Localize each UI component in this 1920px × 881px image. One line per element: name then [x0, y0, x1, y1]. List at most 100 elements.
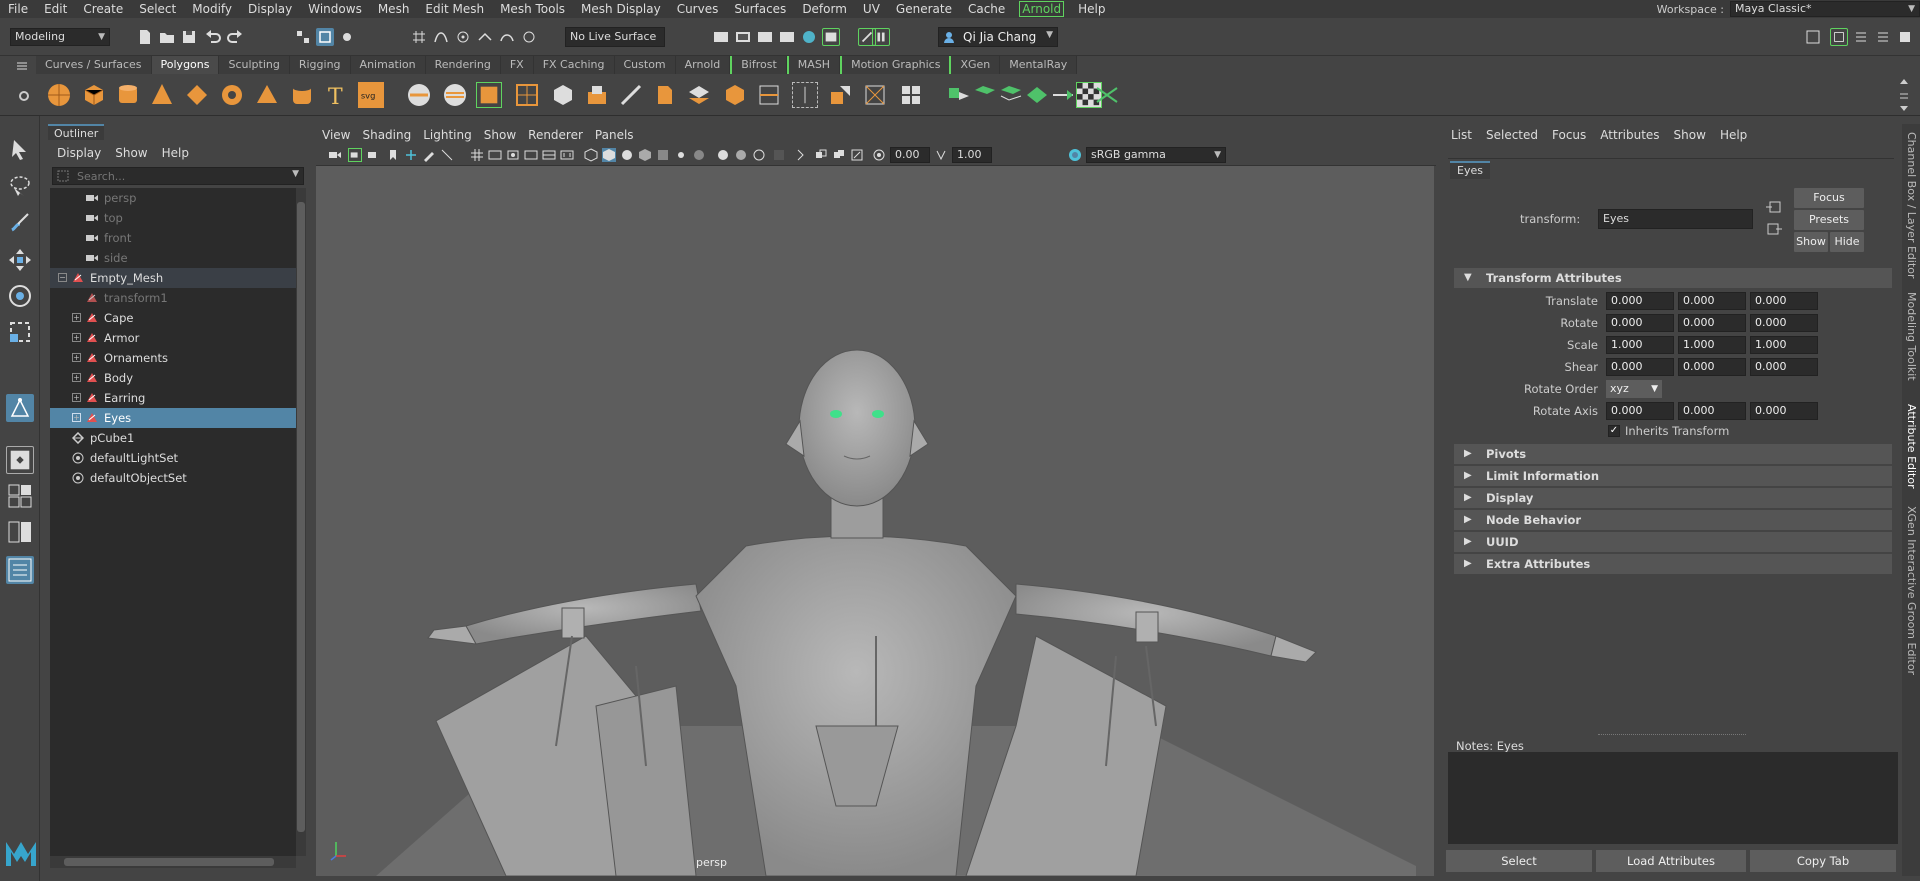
reduce-icon[interactable] [550, 82, 576, 108]
target-weld-icon[interactable] [862, 82, 888, 108]
ae-menu-help[interactable]: Help [1713, 126, 1754, 144]
poly-svg-icon[interactable]: svg [358, 82, 384, 108]
shear-z-field[interactable]: 0.000 [1750, 358, 1818, 376]
shelf-tab-sculpting[interactable]: Sculpting [219, 56, 290, 74]
combine-icon[interactable] [406, 82, 432, 108]
menu-curves[interactable]: Curves [669, 0, 727, 18]
poly-cone-icon[interactable] [149, 82, 175, 108]
tab-channel-box-layer-editor[interactable]: Channel Box / Layer Editor [1905, 132, 1918, 279]
expand-icon[interactable]: + [72, 313, 81, 322]
ae-menu-show[interactable]: Show [1667, 126, 1713, 144]
single-perspective-layout-icon[interactable] [6, 446, 34, 474]
outliner-menu-show[interactable]: Show [108, 144, 154, 162]
snap-pivot-icon[interactable] [520, 28, 538, 46]
poly-plane-icon[interactable] [184, 82, 210, 108]
menu-mesh-tools[interactable]: Mesh Tools [492, 0, 573, 18]
outliner-item-front[interactable]: front [50, 228, 296, 248]
exposure-field[interactable]: 0.00 [890, 147, 930, 163]
rotate-axis-x-field[interactable]: 0.000 [1606, 402, 1674, 420]
color-space-dropdown[interactable]: sRGB gamma ▼ [1086, 147, 1226, 163]
select-object-icon[interactable] [316, 28, 334, 46]
camera-attributes-icon[interactable] [348, 148, 362, 162]
gate-mask-icon[interactable] [524, 148, 538, 162]
fill-hole-icon[interactable] [792, 82, 818, 108]
ae-node-tab[interactable]: Eyes [1450, 161, 1490, 179]
grid-icon[interactable] [440, 148, 454, 162]
bookmark-icon[interactable] [366, 148, 380, 162]
output-connections-icon[interactable] [1766, 222, 1782, 236]
menu-help[interactable]: Help [1070, 0, 1113, 18]
viewport-menu-view[interactable]: View [316, 126, 356, 144]
shear-y-field[interactable]: 0.000 [1678, 358, 1746, 376]
average-vertices-icon[interactable] [514, 82, 540, 108]
focus-button[interactable]: Focus [1794, 188, 1864, 208]
scale-z-field[interactable]: 1.000 [1750, 336, 1818, 354]
outliner-tab[interactable]: Outliner [48, 124, 105, 140]
viewport-menu-shading[interactable]: Shading [356, 126, 417, 144]
expand-icon[interactable]: + [72, 333, 81, 342]
automatic-mapping-icon[interactable] [1050, 82, 1076, 108]
expand-icon[interactable]: + [72, 353, 81, 362]
modeling-toolkit-tool-icon[interactable] [6, 394, 34, 422]
multi-cut-icon[interactable] [618, 82, 644, 108]
menu-edit[interactable]: Edit [36, 0, 75, 18]
select-button[interactable]: Select [1446, 850, 1592, 872]
shelf-tab-motion-graphics[interactable]: Motion Graphics [840, 56, 952, 74]
input-connections-icon[interactable] [1766, 200, 1782, 214]
presets-button[interactable]: Presets [1794, 210, 1864, 230]
menu-display[interactable]: Display [240, 0, 300, 18]
poly-type-icon[interactable]: T [324, 82, 350, 108]
outliner-menu-help[interactable]: Help [155, 144, 196, 162]
workspace-dropdown[interactable]: Maya Classic* ▼ [1730, 1, 1920, 17]
channel-box-toggle-icon[interactable] [1896, 28, 1914, 46]
node-name-field[interactable]: Eyes [1598, 209, 1753, 229]
perspective-viewport[interactable]: persp [316, 166, 1434, 876]
insert-edge-loop-icon[interactable] [756, 82, 782, 108]
arnold-render-view-icon[interactable] [822, 28, 840, 46]
append-polygon-icon[interactable] [722, 82, 748, 108]
shear-x-field[interactable]: 0.000 [1606, 358, 1674, 376]
save-scene-icon[interactable] [180, 28, 198, 46]
outliner-search-input[interactable] [77, 169, 283, 183]
menu-edit-mesh[interactable]: Edit Mesh [417, 0, 492, 18]
menu-cache[interactable]: Cache [960, 0, 1013, 18]
ipr-render-icon[interactable] [756, 28, 774, 46]
use-all-lights-icon[interactable] [656, 148, 670, 162]
section-limit-information[interactable]: ▶ Limit Information [1454, 466, 1892, 486]
tab-attribute-editor[interactable]: Attribute Editor [1905, 404, 1918, 489]
scrollbar-thumb[interactable] [297, 202, 305, 832]
section-uuid[interactable]: ▶ UUID [1454, 532, 1892, 552]
tool-settings-toggle-icon[interactable] [1874, 28, 1892, 46]
isolate-select-icon[interactable] [772, 148, 786, 162]
menu-set-dropdown[interactable]: Modeling ▼ [10, 28, 110, 46]
planar-mapping-icon[interactable] [972, 82, 998, 108]
new-scene-icon[interactable] [136, 28, 154, 46]
render-settings-icon[interactable] [712, 28, 730, 46]
rotate-y-field[interactable]: 0.000 [1678, 314, 1746, 332]
select-component-icon[interactable] [338, 28, 356, 46]
notes-resize-handle[interactable] [1598, 734, 1746, 736]
outliner-item-body[interactable]: + Body [50, 368, 296, 388]
menu-modify[interactable]: Modify [184, 0, 240, 18]
expand-icon[interactable]: + [72, 393, 81, 402]
translate-x-field[interactable]: 0.000 [1606, 292, 1674, 310]
four-view-layout-icon[interactable] [6, 482, 34, 510]
wireframe-icon[interactable] [584, 148, 598, 162]
shelf-tab-rigging[interactable]: Rigging [289, 56, 351, 74]
symmetry-icon[interactable] [1094, 82, 1120, 108]
shelf-tab-curves-surfaces[interactable]: Curves / Surfaces [36, 56, 152, 74]
open-scene-icon[interactable] [158, 28, 176, 46]
shelf-tab-arnold[interactable]: Arnold [675, 56, 731, 74]
cylindrical-mapping-icon[interactable] [998, 82, 1024, 108]
live-surface-field[interactable]: No Live Surface [565, 27, 665, 47]
snap-point-icon[interactable] [454, 28, 472, 46]
hide-button[interactable]: Hide [1830, 232, 1864, 252]
smooth-shade-icon[interactable] [602, 148, 616, 162]
viewport-menu-show[interactable]: Show [478, 126, 522, 144]
xray-icon[interactable] [796, 148, 810, 162]
shelf-tab-custom[interactable]: Custom [614, 56, 676, 74]
show-button[interactable]: Show [1794, 232, 1828, 252]
shelf-tab-bifrost[interactable]: Bifrost [730, 56, 787, 74]
shelf-tab-fx[interactable]: FX [500, 56, 534, 74]
gamma-field[interactable]: 1.00 [952, 147, 992, 163]
